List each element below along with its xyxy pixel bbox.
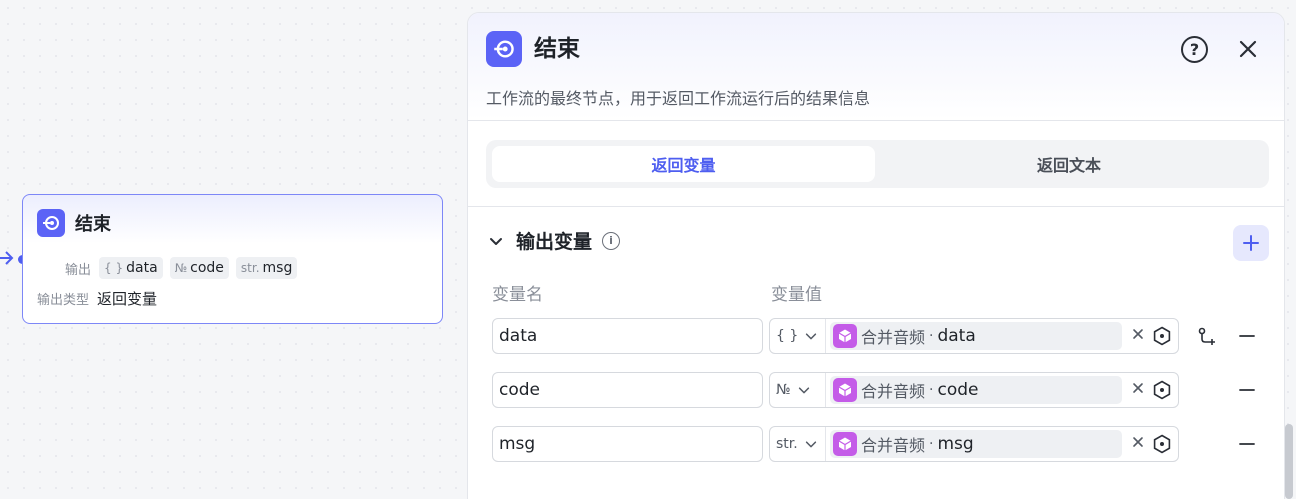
x-icon[interactable] [1131,381,1145,395]
reference-separator: · [929,328,934,344]
variable-row: № 合并音频 · code [492,372,1282,408]
node-output-tag: № code [169,257,229,279]
variable-reference-tag[interactable]: 合并音频 · data [830,322,1122,350]
minus-icon[interactable] [1237,380,1257,400]
close-icon[interactable] [1236,37,1260,61]
variable-reference-tag[interactable]: 合并音频 · code [830,376,1122,404]
object-type-icon: { } [776,328,799,344]
reference-separator: · [929,382,934,398]
type-selector[interactable]: str. [770,427,826,461]
column-header-name: 变量名 [492,285,543,305]
node-output-tag: str. msg [235,257,298,279]
output-name: code [190,260,224,276]
node-output-type-value: 返回变量 [97,290,158,308]
node-title: 结束 [75,214,111,235]
number-type-icon: № [776,382,791,398]
node-output-type-row: 输出类型 返回变量 [37,288,157,309]
tab-return-variables[interactable]: 返回变量 [492,146,875,182]
variable-reference-tag[interactable]: 合并音频 · msg [830,430,1122,458]
chevron-down-icon [806,333,817,340]
reference-variable: data [937,326,976,346]
cube-icon [833,324,857,348]
exit-arrow-circle-icon [37,209,65,237]
variable-name-input[interactable] [492,372,763,408]
variable-value-field: { } 合并音频 · data [769,318,1179,354]
plus-icon [1243,235,1259,251]
hexagon-target-icon[interactable] [1152,434,1172,454]
variable-name-input[interactable] [492,426,763,462]
minus-icon[interactable] [1237,434,1257,454]
output-variables-header: 输出变量 i [488,227,621,254]
chevron-down-icon[interactable] [488,233,504,249]
reference-variable: msg [937,434,974,454]
node-settings-panel: 结束 ? 工作流的最终节点，用于返回工作流运行后的结果信息 返回变量 返回文本 … [467,12,1285,499]
string-type-icon: str. [776,436,798,452]
column-header-value: 变量值 [771,285,822,305]
panel-description: 工作流的最终节点，用于返回工作流运行后的结果信息 [486,89,871,108]
node-output-label: 输出 [65,262,92,278]
edge-arrow-icon [0,251,14,265]
string-type-icon: str. [240,261,260,275]
node-header: 结束 [37,209,111,237]
divider [468,206,1284,207]
node-output-tag: { } data [99,257,163,279]
tab-return-text[interactable]: 返回文本 [875,146,1263,182]
exit-arrow-circle-icon [486,31,522,67]
cube-icon [833,378,857,402]
variable-row: str. 合并音频 · msg [492,426,1282,462]
type-selector[interactable]: № [770,373,826,407]
variable-row: { } 合并音频 · data [492,318,1282,354]
x-icon[interactable] [1131,327,1145,341]
chevron-down-icon [798,387,809,394]
output-name: msg [262,260,293,276]
panel-header: 结束 ? 工作流的最终节点，用于返回工作流运行后的结果信息 [468,13,1284,121]
branch-link-icon[interactable] [1196,326,1218,348]
chevron-down-icon [805,441,816,448]
reference-variable: code [937,380,979,400]
type-selector[interactable]: { } [770,319,826,353]
minus-icon[interactable] [1237,326,1257,346]
x-icon[interactable] [1131,435,1145,449]
section-title: 输出变量 [516,231,593,253]
hexagon-target-icon[interactable] [1152,326,1172,346]
reference-source: 合并音频 [861,382,926,401]
node-output-type-label: 输出类型 [37,293,90,308]
object-type-icon: { } [104,261,124,275]
hexagon-target-icon[interactable] [1152,380,1172,400]
output-mode-tabs: 返回变量 返回文本 [486,140,1269,188]
reference-source: 合并音频 [861,436,926,455]
info-circle-icon[interactable]: i [602,231,621,250]
end-node-card[interactable]: 结束 输出 { } data № code str. msg 输出类型 返回变量 [22,194,443,324]
node-outputs-row: 输出 { } data № code str. msg [65,257,304,279]
add-variable-button[interactable] [1233,225,1269,261]
number-type-icon: № [174,261,188,275]
panel-scrollbar[interactable] [1285,424,1293,499]
reference-separator: · [929,436,934,452]
variable-value-field: str. 合并音频 · msg [769,426,1179,462]
panel-title: 结束 [534,36,580,62]
output-name: data [126,260,158,276]
cube-icon [833,432,857,456]
variable-value-field: № 合并音频 · code [769,372,1179,408]
question-circle-icon[interactable]: ? [1181,36,1208,63]
variable-name-input[interactable] [492,318,763,354]
reference-source: 合并音频 [861,328,926,347]
